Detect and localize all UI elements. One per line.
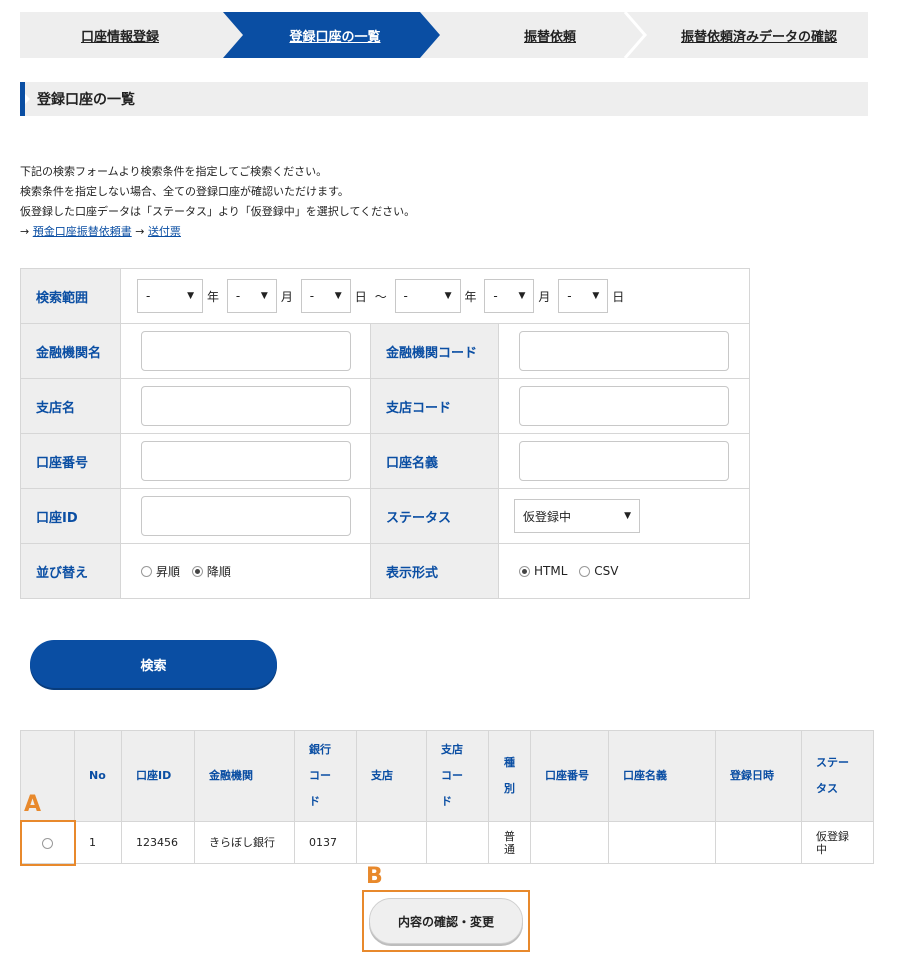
year-unit: 年 xyxy=(464,289,477,304)
account-number-input[interactable] xyxy=(141,441,351,481)
row-branch xyxy=(356,821,427,864)
range-tilde: ～ xyxy=(374,289,387,304)
month-unit: 月 xyxy=(280,289,293,304)
link-deposit-transfer-form[interactable]: 預金口座振替依頼書 xyxy=(33,225,132,238)
branch-code-label: 支店コード xyxy=(370,378,499,434)
from-month-select[interactable]: - ▼ xyxy=(226,279,277,313)
arrow-icon: → xyxy=(20,225,30,238)
branch-column-header: 支店 xyxy=(356,730,427,822)
heading-marker-icon xyxy=(25,94,30,104)
instruction-line-1: 下記の検索フォームより検索条件を指定してご検索ください。 xyxy=(20,165,328,178)
status-label: ステータス xyxy=(370,488,499,544)
row-account-number xyxy=(530,821,609,864)
format-html-label: HTML xyxy=(534,564,568,579)
date-range-field: - ▼ 年 - ▼ 月 - ▼ 日～ - ▼ 年 - ▼ 月 - ▼ 日 xyxy=(120,268,750,324)
branch-name-label: 支店名 xyxy=(20,378,121,434)
row-bank: きらぼし銀行 xyxy=(194,821,295,864)
row-account-id: 123456 xyxy=(121,821,195,864)
row-branch-code xyxy=(426,821,489,864)
format-label: 表示形式 xyxy=(370,543,499,599)
step-transfer-confirmation[interactable]: 振替依頼済みデータの確認 xyxy=(650,12,868,58)
step-transfer-request[interactable]: 振替依頼 xyxy=(450,12,650,58)
results-header-row: No 口座ID 金融機関 銀行 コード 支店 支店 コード 種別 口座番号 口座名義… xyxy=(20,730,874,822)
year-unit: 年 xyxy=(207,289,220,304)
annotation-label-b: B xyxy=(366,864,383,889)
format-csv-radio[interactable] xyxy=(579,565,591,577)
type-column-header: 種別 xyxy=(488,730,531,822)
bank-name-label: 金融機関名 xyxy=(20,323,121,379)
arrow-icon: → xyxy=(135,225,145,238)
sort-options: 昇順 降順 xyxy=(120,543,371,599)
search-form: 検索範囲 - ▼ 年 - ▼ 月 - ▼ 日～ - ▼ 年 - ▼ 月 - ▼ 日 金融機関名 金融機関… xyxy=(20,268,750,599)
instruction-links: → 預金口座振替依頼書 → 送付票 xyxy=(20,222,415,242)
branch-code-input[interactable] xyxy=(519,386,729,426)
annotation-label-a: A xyxy=(24,792,42,817)
to-month-select[interactable]: - ▼ xyxy=(484,279,535,313)
branch-code-column-header: 支店 コード xyxy=(426,730,489,822)
section-heading: 登録口座の一覧 xyxy=(20,82,868,116)
page-title: 登録口座の一覧 xyxy=(37,92,135,108)
status-select[interactable]: 仮登録中 ▼ xyxy=(514,499,640,533)
status-select-value: 仮登録中 xyxy=(523,509,572,524)
instructions: 下記の検索フォームより検索条件を指定してご検索ください。 検索条件を指定しない場… xyxy=(20,162,415,242)
sort-label: 並び替え xyxy=(20,543,121,599)
bank-code-label: 金融機関コード xyxy=(370,323,499,379)
account-number-label: 口座番号 xyxy=(20,433,121,489)
format-csv-label: CSV xyxy=(594,564,619,579)
month-unit: 月 xyxy=(538,289,551,304)
instruction-line-3: 仮登録した口座データは「ステータス」より「仮登録中」を選択してください。 xyxy=(20,205,416,218)
sort-desc-radio[interactable] xyxy=(191,565,203,577)
row-bank-code: 0137 xyxy=(294,821,357,864)
account-id-column-header: 口座ID xyxy=(121,730,195,822)
row-type: 普通 xyxy=(488,821,531,864)
sort-asc-radio[interactable] xyxy=(141,565,152,577)
row-registered-at xyxy=(715,821,802,864)
account-holder-column-header: 口座名義 xyxy=(608,730,716,822)
to-day-select[interactable]: - ▼ xyxy=(558,279,609,313)
row-no: 1 xyxy=(74,821,122,864)
bank-code-input[interactable] xyxy=(519,331,729,371)
bank-name-input[interactable] xyxy=(141,331,351,371)
step-account-registration[interactable]: 口座情報登録 xyxy=(20,12,220,58)
from-day-select[interactable]: - ▼ xyxy=(300,279,351,313)
step-progress-bar: 口座情報登録 登録口座の一覧 振替依頼 振替依頼済みデータの確認 xyxy=(20,12,868,58)
bank-column-header: 金融機関 xyxy=(194,730,295,822)
status-column-header: ステー タス xyxy=(801,730,874,822)
format-options: HTML CSV xyxy=(498,543,750,599)
account-id-input[interactable] xyxy=(141,496,351,536)
search-button[interactable]: 検索 xyxy=(30,640,277,688)
branch-name-input[interactable] xyxy=(141,386,351,426)
no-column-header: No xyxy=(74,730,122,822)
from-year-select[interactable]: - ▼ xyxy=(137,279,203,313)
day-unit: 日 xyxy=(612,289,625,304)
registered-at-column-header: 登録日時 xyxy=(715,730,802,822)
sort-desc-label: 降順 xyxy=(206,564,231,579)
results-table: No 口座ID 金融機関 銀行 コード 支店 支店 コード 種別 口座番号 口座名義… xyxy=(20,730,874,864)
to-year-select[interactable]: - ▼ xyxy=(394,279,461,313)
account-holder-input[interactable] xyxy=(519,441,729,481)
annotation-box-a xyxy=(20,820,76,866)
instruction-line-2: 検索条件を指定しない場合、全ての登録口座が確認いただけます。 xyxy=(20,185,349,198)
range-label: 検索範囲 xyxy=(20,268,121,324)
sort-asc-label: 昇順 xyxy=(156,564,181,579)
table-row: 1 123456 きらぼし銀行 0137 普通 仮登録中 xyxy=(20,821,874,864)
step-registered-accounts-list[interactable]: 登録口座の一覧 xyxy=(235,12,435,58)
link-cover-letter[interactable]: 送付票 xyxy=(148,225,181,238)
confirm-edit-button[interactable]: 内容の確認・変更 xyxy=(369,898,523,944)
bank-code-column-header: 銀行 コード xyxy=(294,730,357,822)
row-status: 仮登録中 xyxy=(801,821,874,864)
account-holder-label: 口座名義 xyxy=(370,433,499,489)
row-account-holder xyxy=(608,821,716,864)
format-html-radio[interactable] xyxy=(519,565,530,577)
chevron-down-icon: ▼ xyxy=(624,511,631,521)
account-number-column-header: 口座番号 xyxy=(530,730,609,822)
account-id-label: 口座ID xyxy=(20,488,121,544)
day-unit: 日 xyxy=(354,289,367,304)
